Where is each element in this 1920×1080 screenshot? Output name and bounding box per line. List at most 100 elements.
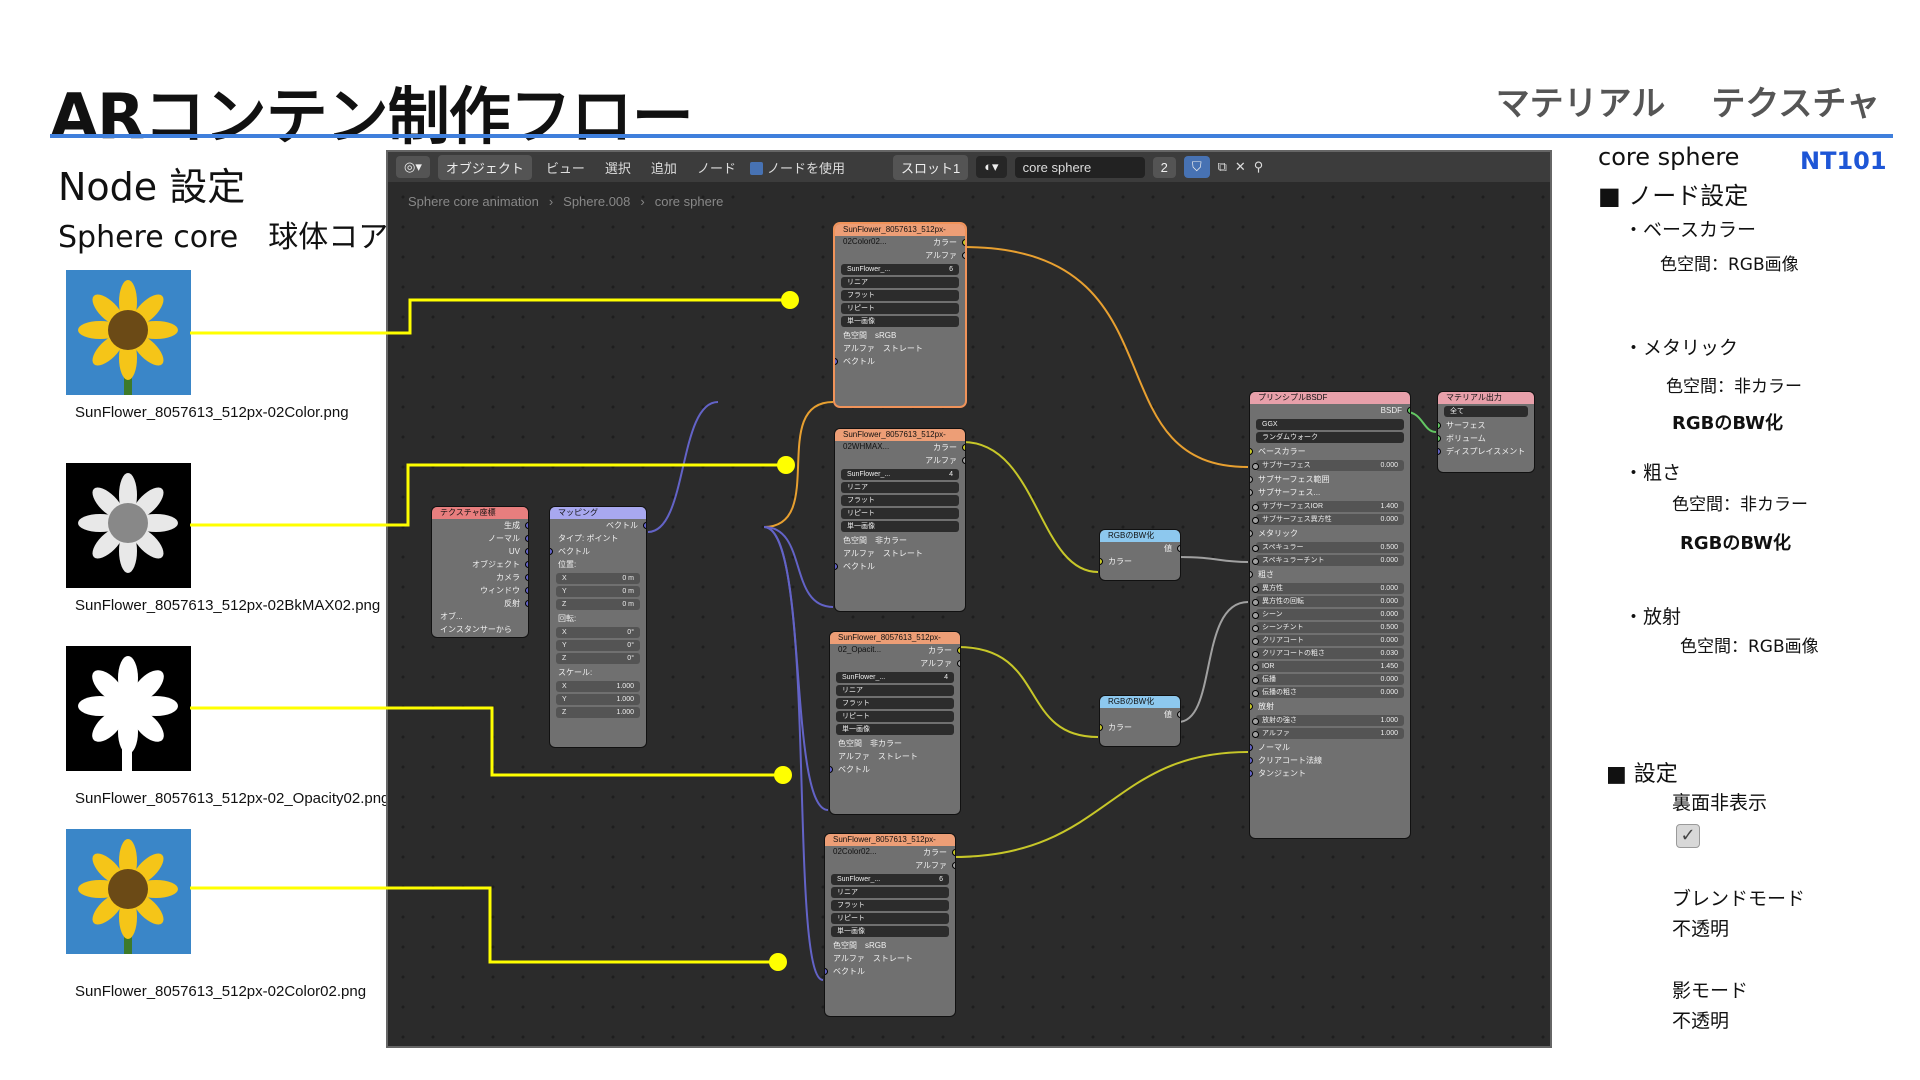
close-icon[interactable]: ✕ [1235, 159, 1246, 175]
input-socket [1250, 476, 1253, 483]
rot-y[interactable]: Y 0° [556, 640, 640, 651]
mode-dropdown[interactable]: オブジェクト [437, 154, 532, 180]
bsdf-input-row[interactable]: クリアコート 0.000 [1252, 635, 1404, 646]
bsdf-input-row[interactable]: サブサーフェス範囲 [1250, 473, 1410, 486]
rgb-to-bw-node[interactable]: RGBのBW化 値 カラー [1100, 530, 1180, 580]
principled-bsdf-node[interactable]: プリンシプルBSDF BSDF GGX ランダムウォーク ベースカラー サブサーフ… [1250, 392, 1410, 838]
bsdf-input-row[interactable]: クリアコート法線 [1250, 754, 1410, 767]
note-roughness-bw: RGBのBW化 [1680, 533, 1791, 554]
bsdf-input-row[interactable]: 放射 [1250, 700, 1410, 713]
duplicate-icon[interactable]: ⧉ [1218, 159, 1227, 175]
menu-node[interactable]: ノード [691, 158, 742, 177]
alpha-mode-row[interactable]: アルファ ストレート [835, 547, 965, 560]
extension-dropdown[interactable]: リピート [841, 508, 959, 519]
image-texture-node[interactable]: SunFlower_8057613_512px-02WHMAX... カラー ア… [835, 429, 965, 611]
interpolation-dropdown[interactable]: リニア [831, 887, 949, 898]
object-field[interactable]: オブ... [432, 610, 528, 623]
colorspace-row[interactable]: 色空間 非カラー [830, 737, 960, 750]
scale-z[interactable]: Z 1.000 [556, 707, 640, 718]
mapping-type[interactable]: タイプ: ポイント [550, 532, 646, 545]
image-texture-node[interactable]: SunFlower_8057613_512px-02Color02... カラー… [825, 834, 955, 1016]
bsdf-input-row[interactable]: 異方性 0.000 [1252, 583, 1404, 594]
subsurface-method-dropdown[interactable]: ランダムウォーク [1256, 432, 1404, 443]
interpolation-dropdown[interactable]: リニア [841, 482, 959, 493]
source-dropdown[interactable]: 単一画像 [841, 316, 959, 327]
loc-x[interactable]: X0 m [556, 573, 640, 584]
blender-node-editor[interactable]: ◎▾ オブジェクト ビュー 選択 追加 ノード ノードを使用 スロット1 ◐▾ … [386, 150, 1552, 1048]
source-dropdown[interactable]: 単一画像 [841, 521, 959, 532]
bsdf-input-row[interactable]: 伝播の粗さ 0.000 [1252, 687, 1404, 698]
bsdf-input-row[interactable]: ノーマル [1250, 741, 1410, 754]
rot-z[interactable]: Z 0° [556, 653, 640, 664]
bsdf-input-row[interactable]: シーンチント 0.500 [1252, 622, 1404, 633]
colorspace-row[interactable]: 色空間 非カラー [835, 534, 965, 547]
bsdf-input-row[interactable]: タンジェント [1250, 767, 1410, 780]
loc-z[interactable]: Z0 m [556, 599, 640, 610]
input-socket [1252, 558, 1259, 565]
bsdf-input-row[interactable]: スペキュラー 0.500 [1252, 542, 1404, 553]
material-users-count[interactable]: 2 [1152, 156, 1176, 178]
menu-select[interactable]: 選択 [599, 158, 637, 177]
fake-user-icon[interactable]: ⛉ [1183, 156, 1210, 178]
bsdf-input-row[interactable]: 異方性の回転 0.000 [1252, 596, 1404, 607]
bsdf-input-row[interactable]: サブサーフェス異方性 0.000 [1252, 514, 1404, 525]
mapping-node[interactable]: マッピング ベクトル タイプ: ポイント ベクトル 位置: X0 m Y0 m … [550, 507, 646, 747]
alpha-mode-row[interactable]: アルファ ストレート [825, 952, 955, 965]
bsdf-input-row[interactable]: 粗さ [1250, 568, 1410, 581]
scale-x[interactable]: X 1.000 [556, 681, 640, 692]
texcoord-node[interactable]: テクスチャ座標 生成 ノーマル UV オブジェクト カメラ ウィンドウ 反射 オ… [432, 507, 528, 637]
bsdf-input-row[interactable]: アルファ 1.000 [1252, 728, 1404, 739]
colorspace-row[interactable]: 色空間 sRGB [835, 329, 965, 342]
source-dropdown[interactable]: 単一画像 [831, 926, 949, 937]
scale-y[interactable]: Y 1.000 [556, 694, 640, 705]
output-target-dropdown[interactable]: 全て [1444, 406, 1528, 417]
alpha-mode-row[interactable]: アルファ ストレート [835, 342, 965, 355]
alpha-mode-row[interactable]: アルファ ストレート [830, 750, 960, 763]
projection-dropdown[interactable]: フラット [836, 698, 954, 709]
instancer-checkbox[interactable]: インスタンサーから [432, 623, 528, 636]
slot-dropdown[interactable]: スロット1 [892, 154, 969, 180]
rgb-to-bw-node[interactable]: RGBのBW化 値 カラー [1100, 696, 1180, 746]
interpolation-dropdown[interactable]: リニア [841, 277, 959, 288]
bsdf-input-row[interactable]: サブサーフェス... [1250, 486, 1410, 499]
bsdf-input-row[interactable]: シーン 0.000 [1252, 609, 1404, 620]
material-name-field[interactable]: core sphere [1014, 156, 1145, 178]
rot-x[interactable]: X 0° [556, 627, 640, 638]
projection-dropdown[interactable]: フラット [841, 495, 959, 506]
bsdf-input-row[interactable]: サブサーフェスIOR 1.400 [1252, 501, 1404, 512]
distribution-dropdown[interactable]: GGX [1256, 419, 1404, 430]
colorspace-row[interactable]: 色空間 sRGB [825, 939, 955, 952]
loc-y[interactable]: Y0 m [556, 586, 640, 597]
bsdf-input-row[interactable]: IOR 1.450 [1252, 661, 1404, 672]
input-socket [1252, 690, 1259, 697]
bsdf-input-row[interactable]: クリアコートの粗さ 0.030 [1252, 648, 1404, 659]
image-selector[interactable]: SunFlower_... 4 [841, 469, 959, 480]
menu-view[interactable]: ビュー [540, 158, 591, 177]
extension-dropdown[interactable]: リピート [841, 303, 959, 314]
extension-dropdown[interactable]: リピート [831, 913, 949, 924]
projection-dropdown[interactable]: フラット [831, 900, 949, 911]
bsdf-input-row[interactable]: ベースカラー [1250, 445, 1410, 458]
bsdf-input-row[interactable]: サブサーフェス 0.000 [1252, 460, 1404, 471]
bsdf-input-row[interactable]: 伝播 0.000 [1252, 674, 1404, 685]
image-selector[interactable]: SunFlower_... 4 [836, 672, 954, 683]
image-selector[interactable]: SunFlower_... 6 [841, 264, 959, 275]
editor-type-button[interactable]: ◎▾ [396, 156, 430, 178]
extension-dropdown[interactable]: リピート [836, 711, 954, 722]
interpolation-dropdown[interactable]: リニア [836, 685, 954, 696]
material-output-node[interactable]: マテリアル出力 全て サーフェス ボリューム ディスプレイスメント [1438, 392, 1534, 472]
image-texture-node[interactable]: SunFlower_8057613_512px-02Color02... カラー… [835, 224, 965, 406]
menu-add[interactable]: 追加 [645, 158, 683, 177]
pin-icon[interactable]: ⚲ [1254, 159, 1264, 175]
bsdf-input-row[interactable]: スペキュラーチント 0.000 [1252, 555, 1404, 566]
material-browse-button[interactable]: ◐▾ [976, 156, 1007, 178]
use-nodes-toggle[interactable]: ノードを使用 [749, 158, 845, 177]
input-socket [1252, 664, 1259, 671]
backface-culling-checkbox[interactable]: ✓ [1676, 824, 1700, 848]
bsdf-input-row[interactable]: 放射の強さ 1.000 [1252, 715, 1404, 726]
image-selector[interactable]: SunFlower_... 6 [831, 874, 949, 885]
projection-dropdown[interactable]: フラット [841, 290, 959, 301]
bsdf-input-row[interactable]: メタリック [1250, 527, 1410, 540]
image-texture-node[interactable]: SunFlower_8057613_512px-02_Opacit... カラー… [830, 632, 960, 814]
source-dropdown[interactable]: 単一画像 [836, 724, 954, 735]
